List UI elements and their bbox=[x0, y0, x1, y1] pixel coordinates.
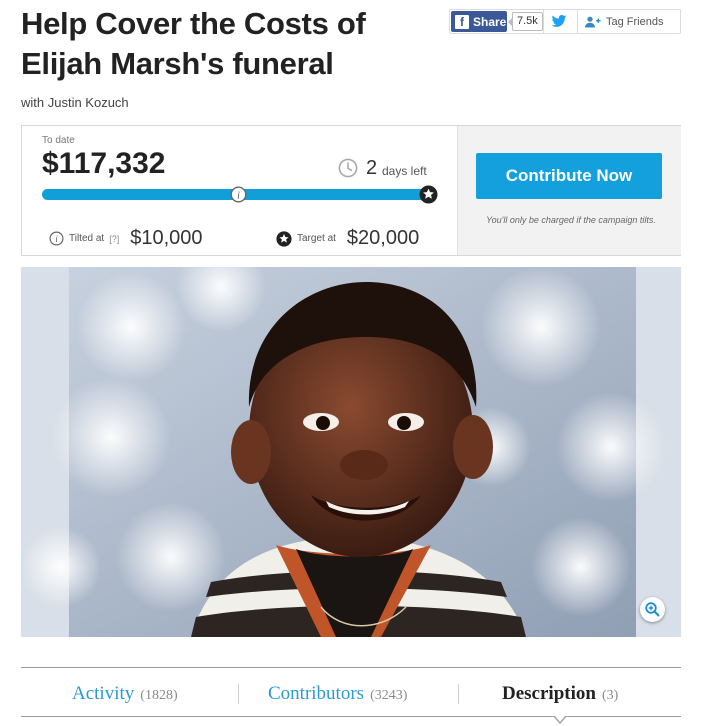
facebook-icon: f bbox=[455, 14, 469, 29]
tilted-at-label: Tilted at bbox=[69, 233, 105, 244]
tab-description-count: (3) bbox=[601, 688, 619, 703]
campaign-title: Help Cover the Costs of Elijah Marsh's f… bbox=[21, 6, 366, 81]
campaign-byline: with Justin Kozuch bbox=[21, 95, 129, 110]
tilt-marker-icon[interactable]: i bbox=[230, 186, 247, 203]
amount-raised: $117,332 bbox=[42, 147, 166, 180]
tab-description-label: Description bbox=[502, 683, 596, 704]
facebook-share-label: Share bbox=[473, 14, 507, 29]
zoom-button[interactable] bbox=[640, 597, 665, 622]
tag-friends-label: Tag Friends bbox=[606, 15, 664, 28]
days-left-label: days left bbox=[382, 164, 427, 178]
active-tab-indicator bbox=[553, 715, 567, 724]
zoom-in-icon bbox=[645, 602, 660, 617]
tilted-at-row: i Tilted at [?] $10,000 bbox=[49, 227, 203, 250]
contribute-panel: Contribute Now You'll only be charged if… bbox=[457, 126, 681, 255]
tabs-divider-bottom bbox=[21, 716, 681, 717]
add-person-icon bbox=[585, 16, 601, 27]
target-star-icon bbox=[419, 185, 438, 204]
tab-contributors[interactable]: Contributors (3243) bbox=[268, 682, 407, 708]
days-left-number: 2 bbox=[366, 157, 378, 179]
child-portrait-image bbox=[21, 267, 681, 637]
target-at-label: Target at bbox=[297, 233, 336, 244]
facebook-share-button[interactable]: f Share bbox=[451, 11, 507, 32]
tab-contributors-count: (3243) bbox=[370, 688, 408, 703]
svg-text:i: i bbox=[237, 190, 240, 201]
target-at-row: Target at $20,000 bbox=[276, 227, 419, 250]
tilted-amount: $10,000 bbox=[130, 227, 203, 249]
tab-activity-count: (1828) bbox=[140, 688, 178, 703]
clock-icon bbox=[338, 158, 358, 178]
info-icon[interactable]: i bbox=[49, 231, 64, 246]
tabs-divider-top bbox=[21, 667, 681, 668]
campaign-photo[interactable] bbox=[21, 267, 681, 637]
funding-panel: To date $117,332 2 days left i i Tilted … bbox=[21, 125, 681, 256]
share-bar: f Share 7.5k Tag Friends bbox=[449, 9, 681, 34]
tab-activity[interactable]: Activity (1828) bbox=[72, 682, 178, 708]
twitter-icon[interactable] bbox=[551, 13, 567, 29]
star-icon bbox=[276, 230, 292, 247]
divider bbox=[577, 10, 578, 33]
tab-divider bbox=[458, 684, 459, 704]
contribute-now-button[interactable]: Contribute Now bbox=[476, 153, 662, 199]
to-date-label: To date bbox=[42, 135, 75, 146]
target-amount: $20,000 bbox=[346, 227, 420, 249]
tab-activity-label: Activity bbox=[72, 683, 135, 704]
tag-friends-button[interactable]: Tag Friends bbox=[585, 10, 663, 33]
tab-divider bbox=[238, 684, 239, 704]
tilt-help-link[interactable]: [?] bbox=[109, 234, 119, 244]
tab-description[interactable]: Description (3) bbox=[502, 682, 618, 708]
tab-contributors-label: Contributors bbox=[268, 683, 365, 704]
charge-note: You'll only be charged if the campaign t… bbox=[486, 215, 656, 225]
facebook-share-count: 7.5k bbox=[508, 12, 543, 31]
divider bbox=[543, 10, 544, 33]
